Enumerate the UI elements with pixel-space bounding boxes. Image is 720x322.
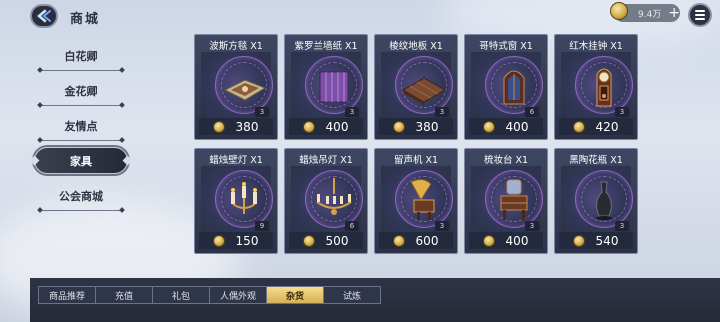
sidebar-item-label: 金花卿 <box>64 84 98 98</box>
price-tag: 380 <box>199 118 273 135</box>
back-arrow-icon <box>37 9 51 23</box>
sidebar-item-guild-shop[interactable]: 公会商城 <box>34 178 128 213</box>
coin-icon <box>213 120 225 133</box>
coin-icon <box>303 234 315 247</box>
price-value: 380 <box>415 119 439 134</box>
price-tag: 400 <box>289 118 363 135</box>
stock-count: 3 <box>255 107 269 117</box>
shop-item-card[interactable]: 波斯方毯 X1 3 380 <box>194 34 278 140</box>
coin-icon <box>393 120 405 133</box>
stock-count: 6 <box>525 107 539 117</box>
price-tag: 420 <box>559 118 633 135</box>
sidebar-item-furniture[interactable]: 家具 <box>34 147 128 174</box>
item-name: 哥特式窗 X1 <box>479 41 533 52</box>
item-name: 红木挂钟 X1 <box>569 41 623 52</box>
price-value: 150 <box>235 233 259 248</box>
sidebar-item-friendship-points[interactable]: 友情点 <box>34 108 128 143</box>
coin-icon <box>610 2 628 20</box>
add-currency-button[interactable]: + <box>668 6 680 20</box>
tab-recommended[interactable]: 商品推荐 <box>38 286 96 304</box>
price-value: 420 <box>595 119 619 134</box>
coin-icon <box>483 120 495 133</box>
sidebar-item-gold-flower[interactable]: 金花卿 <box>34 73 128 108</box>
bottom-tab-bar: 商品推荐 充值 礼包 人偶外观 杂货 试炼 <box>30 278 720 322</box>
price-tag: 380 <box>379 118 453 135</box>
menu-icon <box>695 10 705 12</box>
price-tag: 400 <box>469 232 543 249</box>
candle-sconce-icon <box>231 182 257 214</box>
price-tag: 540 <box>559 232 633 249</box>
item-name: 梳妆台 X1 <box>483 155 529 166</box>
sidebar-item-label: 家具 <box>70 154 92 168</box>
stock-count: 3 <box>345 107 359 117</box>
vase-icon <box>596 181 612 220</box>
currency-display: 9.4万 + <box>610 2 680 22</box>
tab-recharge[interactable]: 充值 <box>95 286 153 304</box>
price-tag: 150 <box>199 232 273 249</box>
sidebar-item-label: 公会商城 <box>59 189 103 203</box>
coin-icon <box>303 120 315 133</box>
coin-icon <box>573 120 585 133</box>
price-tag: 600 <box>379 232 453 249</box>
tab-groceries[interactable]: 杂货 <box>266 286 324 304</box>
coin-icon <box>393 234 405 247</box>
page-title: 商城 <box>70 12 101 27</box>
shop-item-card[interactable]: 棱纹地板 X1 3 380 <box>374 34 458 140</box>
tab-doll-appearance[interactable]: 人偶外观 <box>209 286 267 304</box>
sidebar-item-label: 友情点 <box>64 119 98 133</box>
price-value: 380 <box>235 119 259 134</box>
shop-item-card[interactable]: 红木挂钟 X1 3 420 <box>554 34 638 140</box>
menu-button[interactable] <box>688 3 712 27</box>
shop-item-card[interactable]: 紫罗兰墙纸 X1 3 400 <box>284 34 368 140</box>
item-name: 棱纹地板 X1 <box>389 41 443 52</box>
tab-trial[interactable]: 试炼 <box>323 286 381 304</box>
chandelier-icon <box>316 178 352 215</box>
stock-count: 6 <box>345 221 359 231</box>
item-name: 留声机 X1 <box>393 155 439 166</box>
price-value: 400 <box>325 119 349 134</box>
stock-count: 3 <box>525 221 539 231</box>
shop-item-card[interactable]: 蜡烛壁灯 X1 9 150 <box>194 148 278 254</box>
coin-icon <box>213 234 225 247</box>
rug-icon <box>223 79 267 101</box>
item-name: 波斯方毯 X1 <box>209 41 263 52</box>
shop-item-card[interactable]: 留声机 X1 3 600 <box>374 148 458 254</box>
gramophone-icon <box>410 178 435 220</box>
shop-item-card[interactable]: 哥特式窗 X1 6 400 <box>464 34 548 140</box>
gothic-window-icon <box>503 70 525 105</box>
item-name: 黑陶花瓶 X1 <box>569 155 623 166</box>
price-tag: 500 <box>289 232 363 249</box>
dresser-icon <box>500 179 528 220</box>
shop-category-sidebar: 白花卿 金花卿 友情点 家具 公会商城 <box>34 38 128 213</box>
shop-item-card[interactable]: 黑陶花瓶 X1 3 540 <box>554 148 638 254</box>
item-name: 紫罗兰墙纸 X1 <box>294 41 358 52</box>
coin-icon <box>483 234 495 247</box>
price-tag: 400 <box>469 118 543 135</box>
sidebar-item-white-flower[interactable]: 白花卿 <box>34 38 128 73</box>
stock-count: 9 <box>255 221 269 231</box>
item-name: 蜡烛吊灯 X1 <box>299 155 353 166</box>
wallpaper-icon <box>319 71 349 103</box>
shop-item-card[interactable]: 蜡烛吊灯 X1 6 500 <box>284 148 368 254</box>
wall-clock-icon <box>596 68 612 107</box>
price-value: 600 <box>415 233 439 248</box>
shop-item-card[interactable]: 梳妆台 X1 3 400 <box>464 148 548 254</box>
floor-icon <box>401 77 447 105</box>
back-button[interactable] <box>30 4 58 28</box>
price-value: 400 <box>505 119 529 134</box>
stock-count: 3 <box>615 107 629 117</box>
tab-gift-pack[interactable]: 礼包 <box>152 286 210 304</box>
stock-count: 3 <box>435 221 449 231</box>
currency-amount: 9.4万 <box>638 9 662 20</box>
stock-count: 3 <box>435 107 449 117</box>
price-value: 400 <box>505 233 529 248</box>
price-value: 540 <box>595 233 619 248</box>
item-name: 蜡烛壁灯 X1 <box>209 155 263 166</box>
price-value: 500 <box>325 233 349 248</box>
sidebar-item-label: 白花卿 <box>64 49 98 63</box>
coin-icon <box>573 234 585 247</box>
stock-count: 3 <box>615 221 629 231</box>
